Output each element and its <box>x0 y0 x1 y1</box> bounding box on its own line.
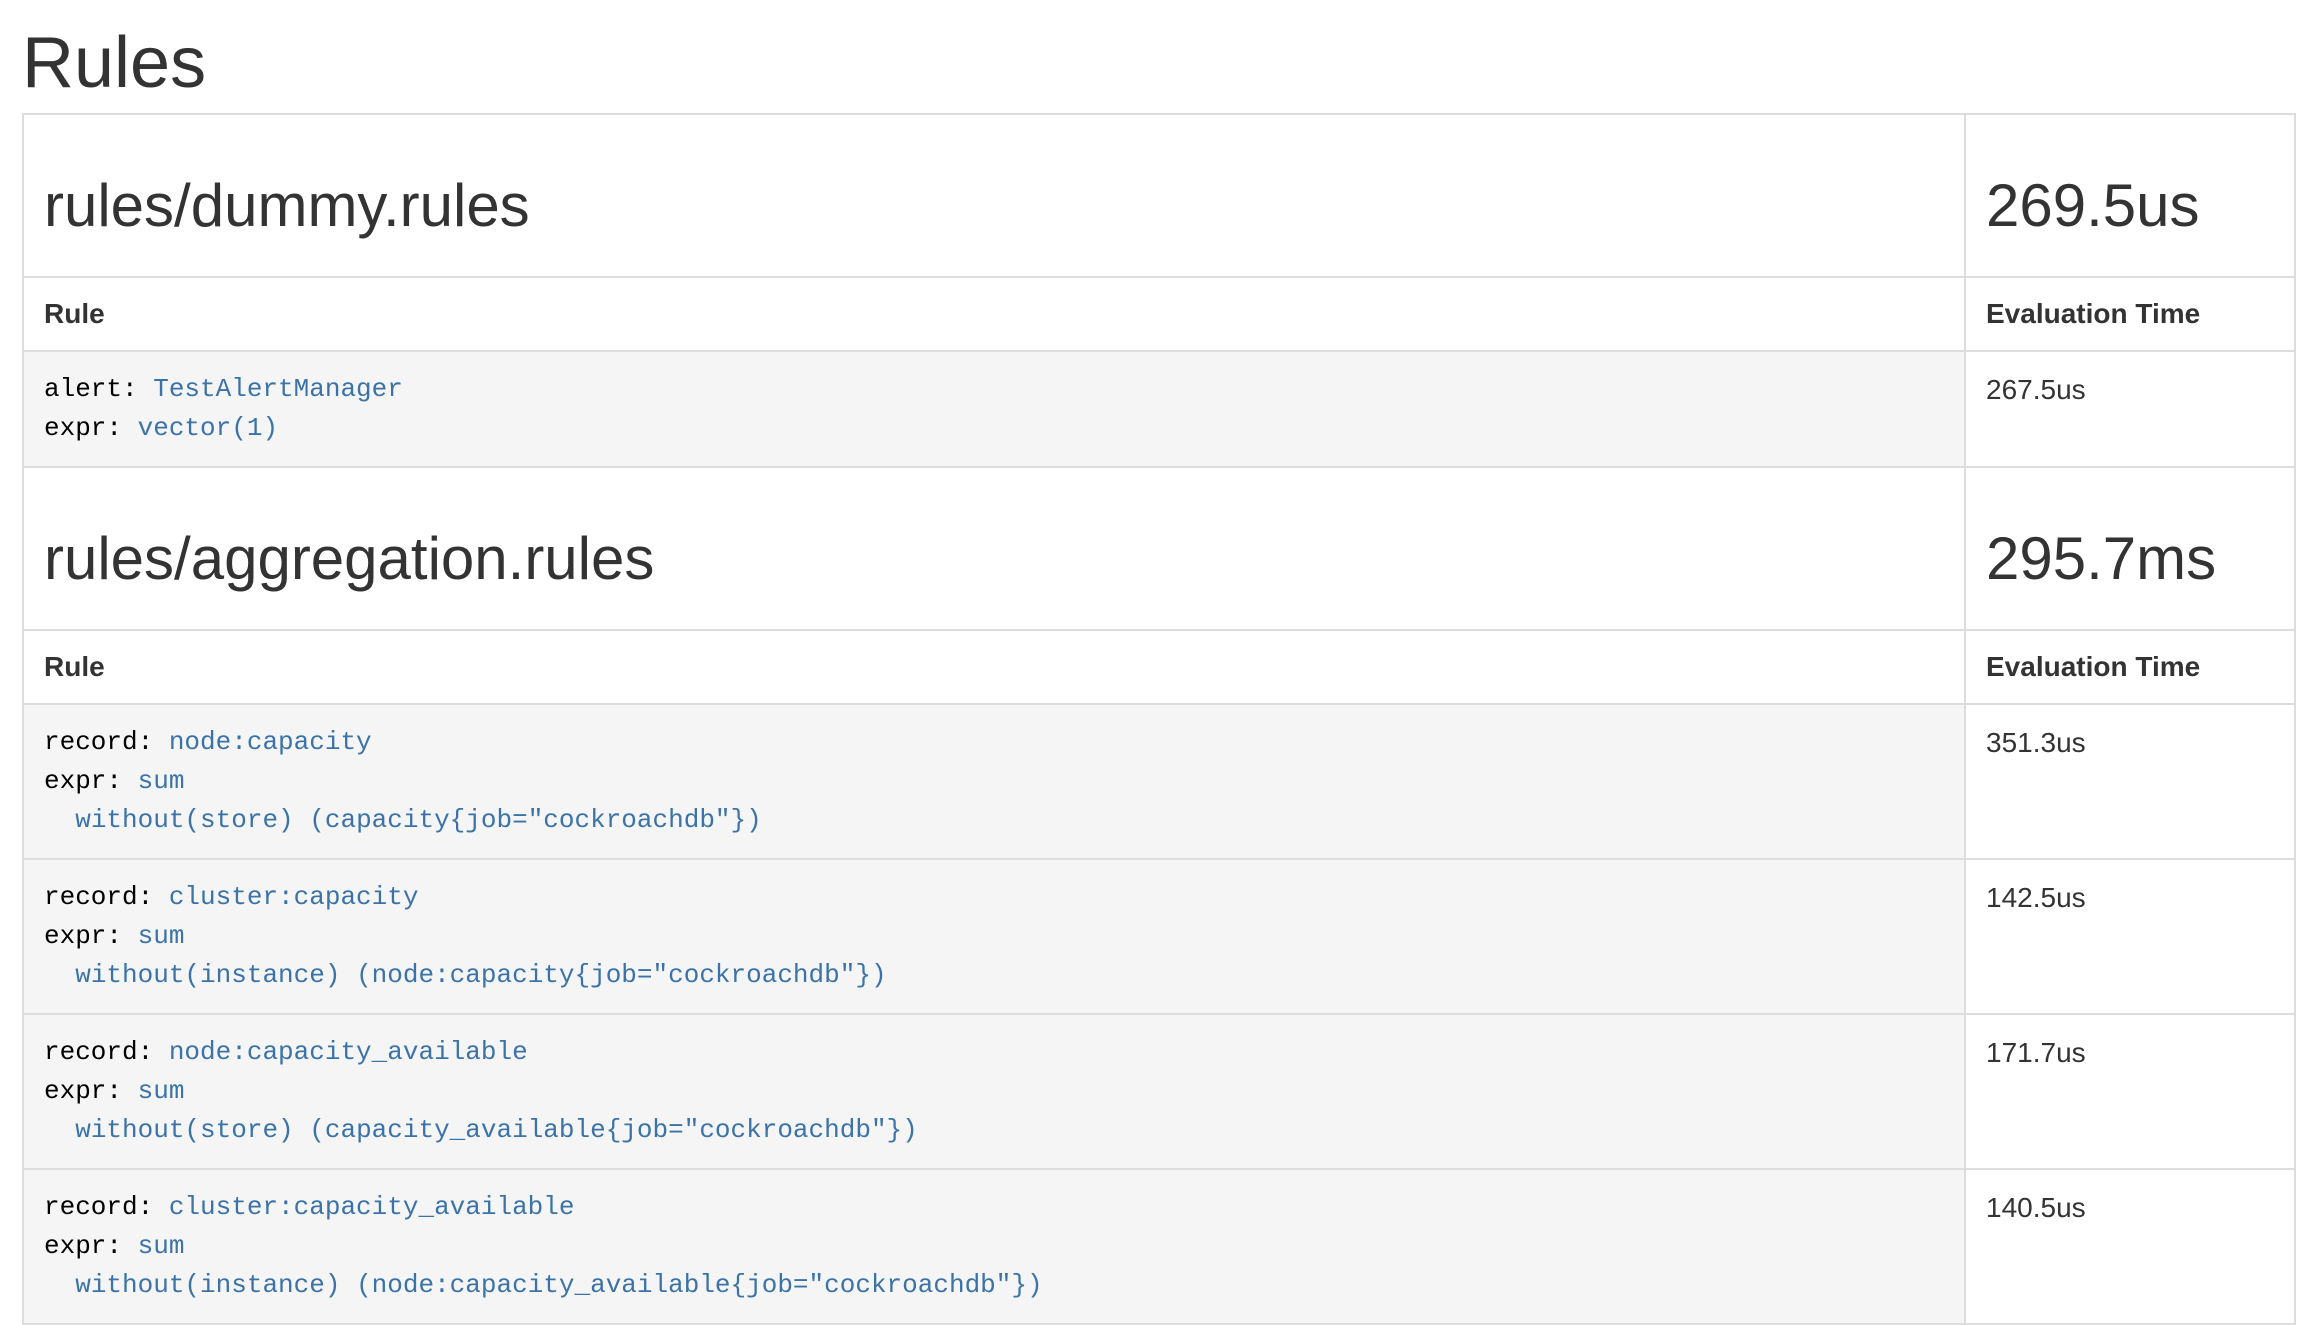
rules-table: rules/dummy.rules 269.5us Rule Evaluatio… <box>22 113 2296 1325</box>
rule-code-line: expr: sum <box>44 917 1944 956</box>
rule-definition-cell: record: cluster:capacity_availableexpr: … <box>23 1169 1965 1324</box>
rule-code-line: expr: sum <box>44 1227 1944 1266</box>
column-header-row: Rule Evaluation Time <box>23 630 2295 704</box>
rule-group-name-cell: rules/aggregation.rules <box>23 467 1965 630</box>
rule-definition-cell: record: node:capacity_availableexpr: sum… <box>23 1014 1965 1169</box>
rule-code-line: without(store) (capacity{job="cockroachd… <box>44 801 1944 840</box>
rule-expression-link[interactable]: sum <box>138 1231 185 1261</box>
rule-expression-link[interactable]: sum <box>138 921 185 951</box>
rule-definition-cell: alert: TestAlertManagerexpr: vector(1) <box>23 351 1965 467</box>
rule-code: record: cluster:capacity_availableexpr: … <box>44 1188 1944 1305</box>
rule-code-line: record: cluster:capacity_available <box>44 1188 1944 1227</box>
rule-column-header: Rule <box>23 630 1965 704</box>
rule-expression-link[interactable]: node:capacity <box>169 727 372 757</box>
rule-field-label: record: <box>44 727 169 757</box>
rule-code-line: expr: sum <box>44 1072 1944 1111</box>
rule-evaluation-time: 140.5us <box>1965 1169 2295 1324</box>
rule-definition-cell: record: cluster:capacityexpr: sum withou… <box>23 859 1965 1014</box>
rule-field-label: record: <box>44 1192 169 1222</box>
rule-evaluation-time: 351.3us <box>1965 704 2295 859</box>
rule-expression-link[interactable]: without(store) (capacity{job="cockroachd… <box>75 805 762 835</box>
rule-expression-link[interactable]: cluster:capacity <box>169 882 419 912</box>
evaluation-time-column-header: Evaluation Time <box>1965 630 2295 704</box>
rule-code: record: node:capacity_availableexpr: sum… <box>44 1033 1944 1150</box>
rule-expression-link[interactable]: node:capacity_available <box>169 1037 528 1067</box>
rule-column-header: Rule <box>23 277 1965 351</box>
rule-expression-link[interactable]: without(store) (capacity_available{job="… <box>75 1115 918 1145</box>
rule-group-header-row: rules/aggregation.rules 295.7ms <box>23 467 2295 630</box>
rule-group-evaluation-cell: 295.7ms <box>1965 467 2295 630</box>
rule-code-line: record: node:capacity_available <box>44 1033 1944 1072</box>
rules-page: Rules rules/dummy.rules 269.5us Rule Eva… <box>0 0 2316 1325</box>
rule-evaluation-time: 142.5us <box>1965 859 2295 1014</box>
rule-row: record: node:capacity_availableexpr: sum… <box>23 1014 2295 1169</box>
rule-code-line: without(instance) (node:capacity{job="co… <box>44 956 1944 995</box>
rule-field-label: expr: <box>44 921 138 951</box>
evaluation-time-column-header: Evaluation Time <box>1965 277 2295 351</box>
rule-expression-link[interactable]: cluster:capacity_available <box>169 1192 575 1222</box>
rule-group-name-cell: rules/dummy.rules <box>23 114 1965 277</box>
rule-row: record: node:capacityexpr: sum without(s… <box>23 704 2295 859</box>
rule-field-label <box>44 1115 75 1145</box>
rule-expression-link[interactable]: sum <box>138 766 185 796</box>
rule-code-line: record: cluster:capacity <box>44 878 1944 917</box>
rule-code: record: cluster:capacityexpr: sum withou… <box>44 878 1944 995</box>
rule-expression-link[interactable]: sum <box>138 1076 185 1106</box>
rule-group-header-row: rules/dummy.rules 269.5us <box>23 114 2295 277</box>
rule-expression-link[interactable]: without(instance) (node:capacity{job="co… <box>75 960 886 990</box>
rule-code-line: expr: sum <box>44 762 1944 801</box>
rule-code: record: node:capacityexpr: sum without(s… <box>44 723 1944 840</box>
rule-group-evaluation-time: 295.7ms <box>1986 524 2274 593</box>
rule-row: alert: TestAlertManagerexpr: vector(1) 2… <box>23 351 2295 467</box>
rule-group-evaluation-time: 269.5us <box>1986 171 2274 240</box>
rule-field-label <box>44 805 75 835</box>
rule-code-line: without(instance) (node:capacity_availab… <box>44 1266 1944 1305</box>
rule-code-line: record: node:capacity <box>44 723 1944 762</box>
rule-evaluation-time: 267.5us <box>1965 351 2295 467</box>
rule-field-label: expr: <box>44 766 138 796</box>
page-title: Rules <box>22 24 2294 103</box>
rule-code: alert: TestAlertManagerexpr: vector(1) <box>44 370 1944 448</box>
rule-row: record: cluster:capacityexpr: sum withou… <box>23 859 2295 1014</box>
rule-group-evaluation-cell: 269.5us <box>1965 114 2295 277</box>
rule-field-label <box>44 960 75 990</box>
rule-group-name: rules/aggregation.rules <box>44 524 1944 593</box>
rule-code-line: expr: vector(1) <box>44 409 1944 448</box>
rule-field-label: expr: <box>44 1231 138 1261</box>
column-header-row: Rule Evaluation Time <box>23 277 2295 351</box>
rule-field-label: expr: <box>44 1076 138 1106</box>
rule-field-label: alert: <box>44 374 153 404</box>
rule-expression-link[interactable]: TestAlertManager <box>153 374 403 404</box>
rule-field-label: record: <box>44 882 169 912</box>
rule-expression-link[interactable]: vector(1) <box>138 413 278 443</box>
rule-code-line: alert: TestAlertManager <box>44 370 1944 409</box>
rule-code-line: without(store) (capacity_available{job="… <box>44 1111 1944 1150</box>
rule-expression-link[interactable]: without(instance) (node:capacity_availab… <box>75 1270 1042 1300</box>
rule-field-label: record: <box>44 1037 169 1067</box>
rule-row: record: cluster:capacity_availableexpr: … <box>23 1169 2295 1324</box>
rule-field-label <box>44 1270 75 1300</box>
rule-evaluation-time: 171.7us <box>1965 1014 2295 1169</box>
rule-group-name: rules/dummy.rules <box>44 171 1944 240</box>
rule-field-label: expr: <box>44 413 138 443</box>
rule-definition-cell: record: node:capacityexpr: sum without(s… <box>23 704 1965 859</box>
